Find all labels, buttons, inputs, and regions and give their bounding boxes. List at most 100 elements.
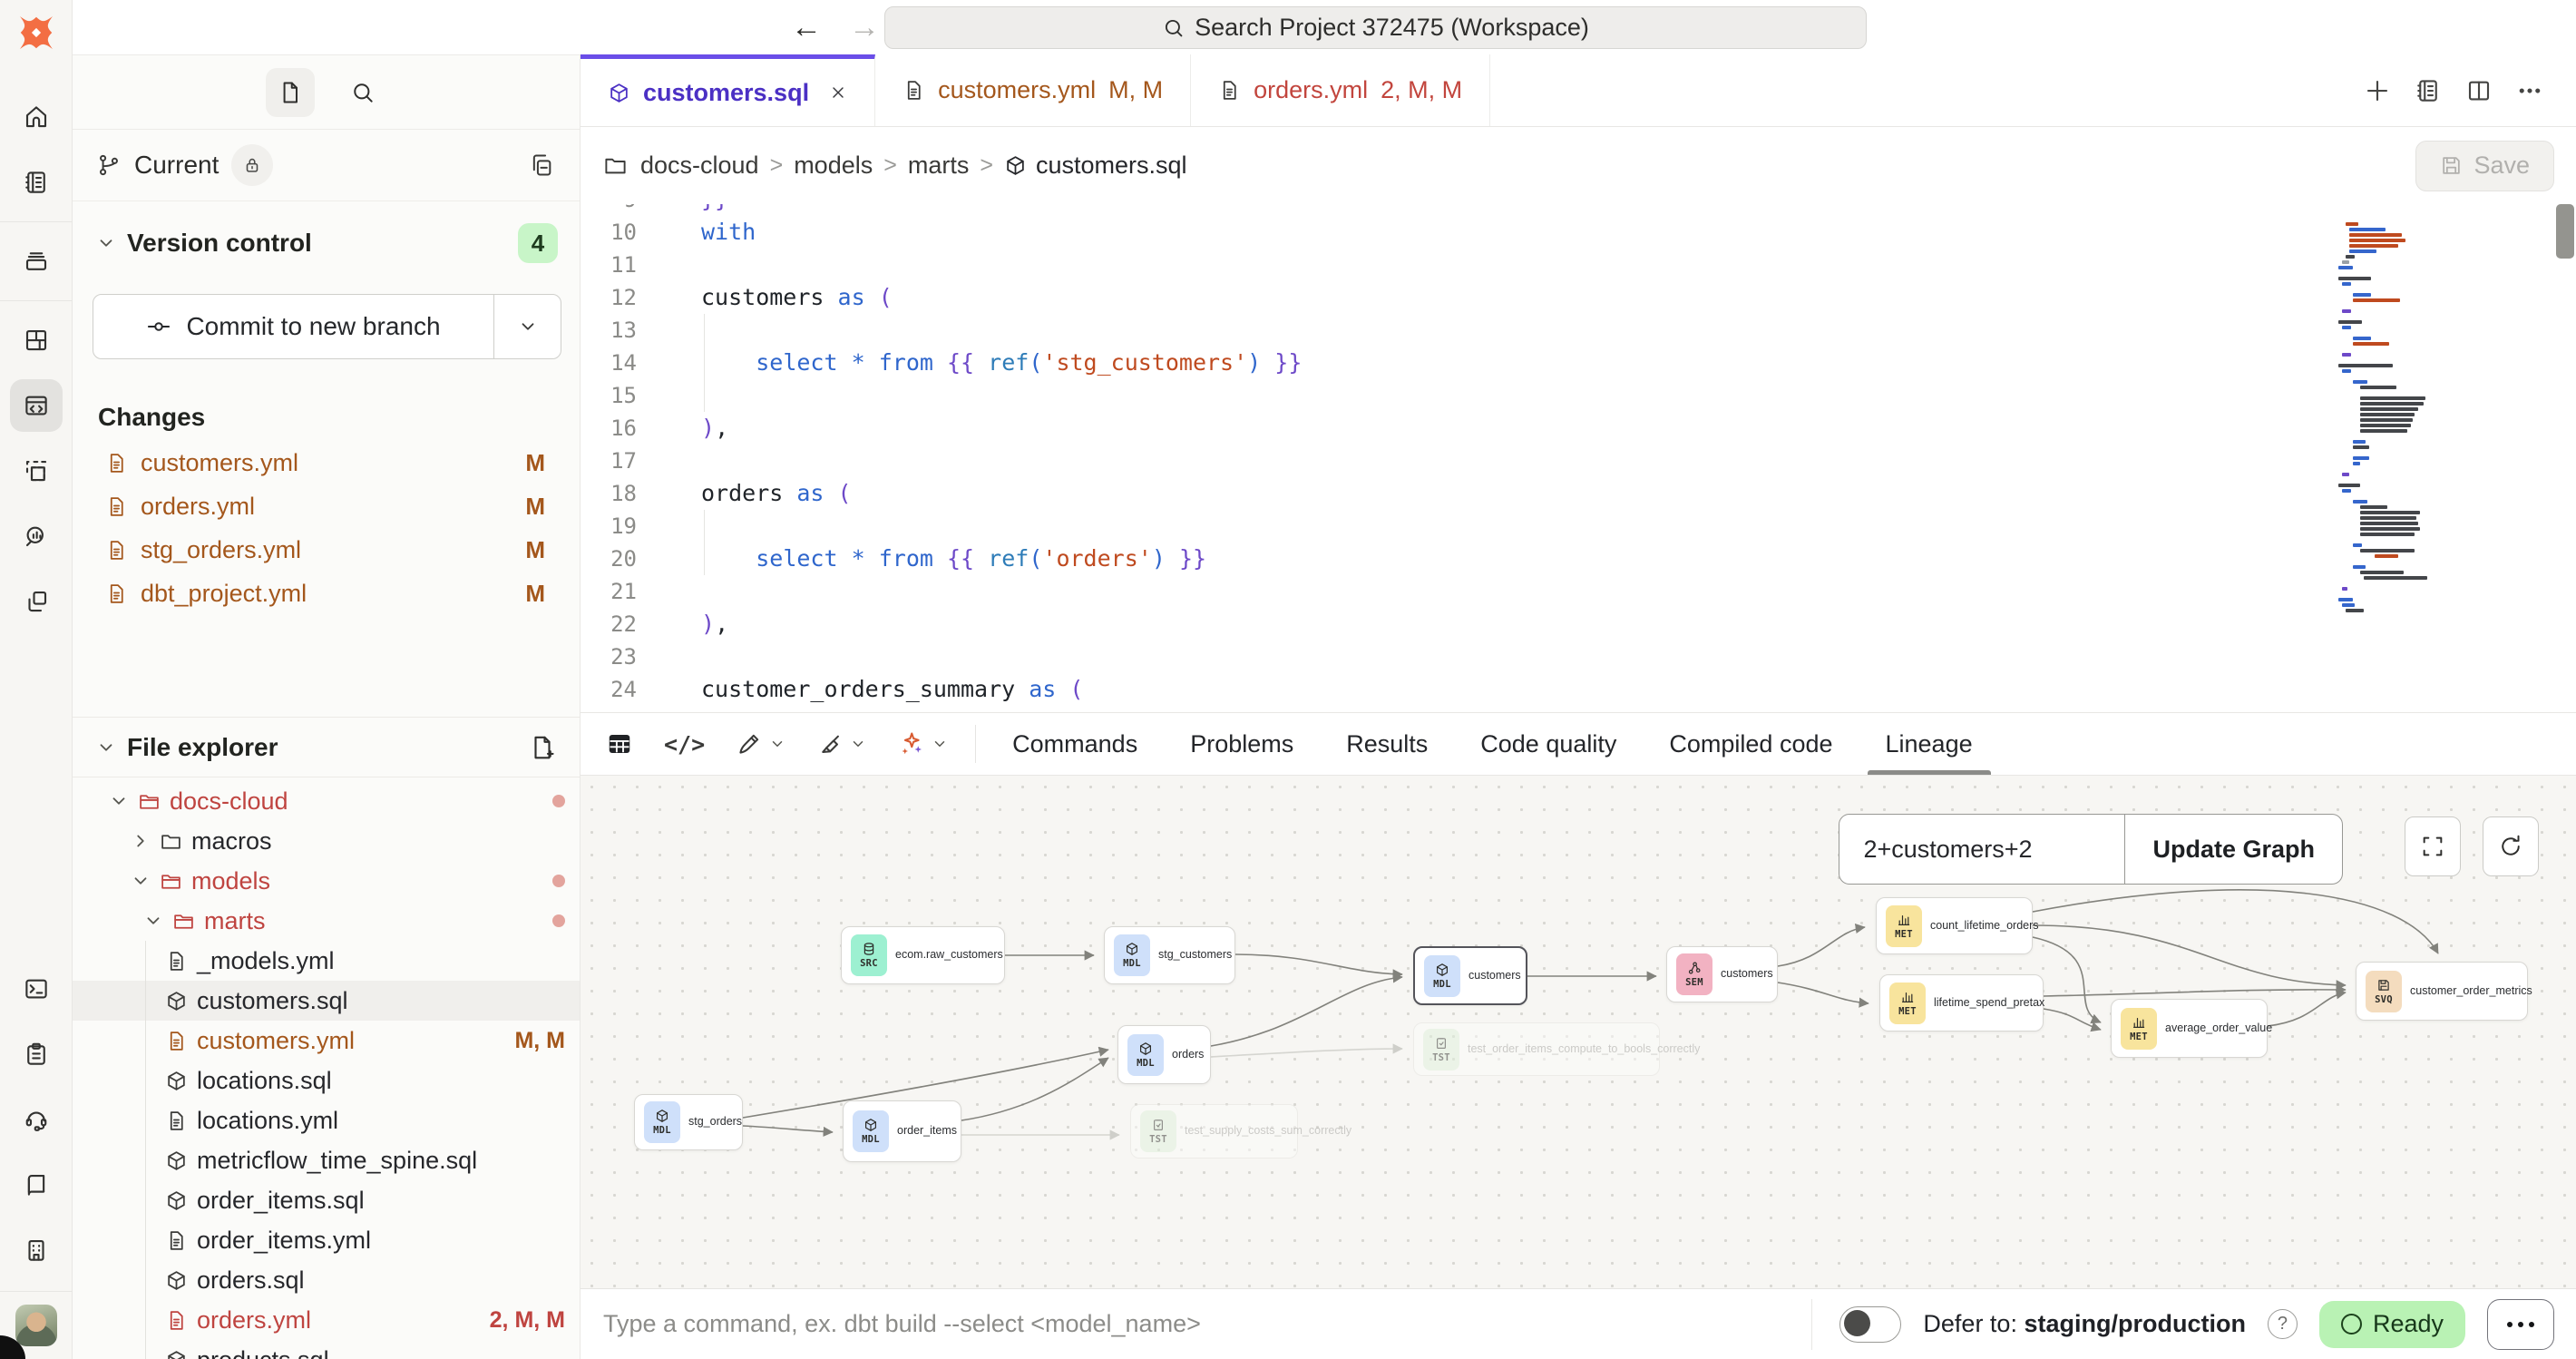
lineage-node-customers[interactable]: MDLcustomers xyxy=(1413,946,1527,1005)
panel-tab-lineage[interactable]: Lineage xyxy=(1886,713,1973,775)
changed-file-row[interactable]: customers.ymlM xyxy=(73,441,580,484)
code-editor[interactable]: 9}}10with1112customers as (1314 select *… xyxy=(581,204,2576,712)
panel-tab-code-quality[interactable]: Code quality xyxy=(1480,713,1616,775)
split-view-icon[interactable] xyxy=(2465,77,2493,104)
code-line[interactable]: 22), xyxy=(581,608,2576,640)
tree-item-docs-cloud[interactable]: docs-cloud xyxy=(73,781,580,821)
tree-item--models-yml[interactable]: _models.yml xyxy=(73,941,580,981)
code-line[interactable]: 17 xyxy=(581,445,2576,477)
preview-table-icon[interactable] xyxy=(606,730,633,758)
code-line[interactable]: 13 xyxy=(581,314,2576,347)
lineage-node-customers[interactable]: SEMcustomers xyxy=(1666,946,1778,1002)
lineage-node-orders[interactable]: MDLorders xyxy=(1117,1025,1211,1084)
code-line[interactable]: 20 select * from {{ ref('orders') }} xyxy=(581,543,2576,575)
breadcrumb-file[interactable]: customers.sql xyxy=(1004,152,1187,180)
code-line[interactable]: 15 xyxy=(581,379,2576,412)
panel-tab-problems[interactable]: Problems xyxy=(1190,713,1293,775)
editor-scrollbar[interactable] xyxy=(2556,204,2574,259)
tree-item-macros[interactable]: macros xyxy=(73,821,580,861)
defer-toggle[interactable] xyxy=(1839,1306,1901,1343)
code-line[interactable]: 14 select * from {{ ref('stg_customers')… xyxy=(581,347,2576,379)
extensions-icon[interactable] xyxy=(10,575,63,628)
files-panel-icon[interactable] xyxy=(266,68,315,117)
tree-item-locations-sql[interactable]: locations.sql xyxy=(73,1061,580,1100)
support-headset-icon[interactable] xyxy=(10,1093,63,1146)
tree-item-metricflow-time-spine-sql[interactable]: metricflow_time_spine.sql xyxy=(73,1140,580,1180)
tab-customers-sql[interactable]: customers.sql xyxy=(581,54,875,126)
command-input[interactable] xyxy=(603,1310,1811,1338)
lineage-node-customer-order-metrics[interactable]: SVQcustomer_order_metrics xyxy=(2356,962,2528,1021)
version-control-header[interactable]: Version control 4 xyxy=(73,223,580,263)
commit-button[interactable]: Commit to new branch xyxy=(93,294,561,359)
refresh-icon[interactable] xyxy=(2483,816,2539,876)
breadcrumb-part[interactable]: marts xyxy=(908,152,970,180)
code-icon[interactable]: </> xyxy=(664,731,705,758)
breadcrumb-part[interactable]: models xyxy=(794,152,873,180)
code-line[interactable]: 16), xyxy=(581,412,2576,445)
tree-item-locations-yml[interactable]: locations.yml xyxy=(73,1100,580,1140)
tree-item-customers-yml[interactable]: customers.ymlM, M xyxy=(73,1021,580,1061)
panel-tab-results[interactable]: Results xyxy=(1346,713,1428,775)
panel-tab-commands[interactable]: Commands xyxy=(1012,713,1137,775)
code-line[interactable]: 9}} xyxy=(581,204,2576,216)
lineage-canvas[interactable]: SRCecom.raw_customersMDLstg_customersMDL… xyxy=(581,776,2576,1288)
changed-file-row[interactable]: orders.ymlM xyxy=(73,484,580,528)
lineage-node-test-supply-costs-sum-correctly[interactable]: TSTtest_supply_costs_sum_correctly xyxy=(1130,1104,1298,1159)
catalog-drawer-icon[interactable] xyxy=(10,235,63,288)
notebook-icon[interactable] xyxy=(10,156,63,209)
commit-dropdown-caret[interactable] xyxy=(493,295,561,358)
search-panel-icon[interactable] xyxy=(338,68,387,117)
panel-tab-compiled-code[interactable]: Compiled code xyxy=(1669,713,1832,775)
code-line[interactable]: 24customer_orders_summary as ( xyxy=(581,673,2576,706)
tab-orders-yml[interactable]: orders.yml 2, M, M xyxy=(1191,54,1490,126)
dashboard-icon[interactable] xyxy=(10,314,63,367)
dbt-logo-icon[interactable] xyxy=(15,11,58,54)
tab-customers-yml[interactable]: customers.yml M, M xyxy=(875,54,1191,126)
docs-book-icon[interactable] xyxy=(10,1159,63,1211)
tree-item-models[interactable]: models xyxy=(73,861,580,901)
lineage-node-lifetime-spend-pretax[interactable]: METlifetime_spend_pretax xyxy=(1879,974,2044,1031)
close-icon[interactable] xyxy=(829,83,847,102)
clipboard-icon[interactable] xyxy=(10,1028,63,1080)
lineage-node-average-order-value[interactable]: METaverage_order_value xyxy=(2111,999,2268,1058)
insights-icon[interactable] xyxy=(10,510,63,562)
project-search-bar[interactable]: Search Project 372475 (Workspace) xyxy=(884,6,1867,49)
breadcrumb-part[interactable]: docs-cloud xyxy=(640,152,759,180)
tree-item-orders-yml[interactable]: orders.yml2, M, M xyxy=(73,1300,580,1340)
code-line[interactable]: 21 xyxy=(581,575,2576,608)
changed-file-row[interactable]: dbt_project.ymlM xyxy=(73,572,580,615)
ide-editor-icon[interactable] xyxy=(10,379,63,432)
code-line[interactable]: 23 xyxy=(581,640,2576,673)
forward-arrow-icon[interactable]: → xyxy=(849,12,880,43)
ready-status-badge[interactable]: Ready xyxy=(2319,1301,2465,1348)
lineage-node-test-order-items-compute-to-bools-correctly[interactable]: TSTtest_order_items_compute_to_bools_cor… xyxy=(1413,1022,1660,1076)
file-explorer-header[interactable]: File explorer xyxy=(73,718,580,777)
changed-file-row[interactable]: stg_orders.ymlM xyxy=(73,528,580,572)
lineage-node-count-lifetime-orders[interactable]: METcount_lifetime_orders xyxy=(1876,897,2033,954)
code-line[interactable]: 19 xyxy=(581,510,2576,543)
tree-item-customers-sql[interactable]: customers.sql xyxy=(73,981,580,1021)
tree-item-products-sql[interactable]: products.sql xyxy=(73,1340,580,1359)
more-options-button[interactable] xyxy=(2487,1299,2554,1350)
tree-item-order-items-sql[interactable]: order_items.sql xyxy=(73,1180,580,1220)
lineage-node-order-items[interactable]: MDLorder_items xyxy=(843,1100,961,1162)
tree-item-order-items-yml[interactable]: order_items.yml xyxy=(73,1220,580,1260)
format-icon[interactable] xyxy=(816,731,866,758)
help-icon[interactable]: ? xyxy=(2268,1309,2298,1339)
tree-item-orders-sql[interactable]: orders.sql xyxy=(73,1260,580,1300)
minimap[interactable] xyxy=(2338,222,2471,614)
terminal-icon[interactable] xyxy=(10,963,63,1015)
lineage-node-ecom-raw-customers[interactable]: SRCecom.raw_customers xyxy=(841,926,1005,984)
defer-environment[interactable]: staging/production xyxy=(2024,1310,2245,1337)
new-file-icon[interactable] xyxy=(529,734,556,761)
new-tab-plus-icon[interactable] xyxy=(2364,77,2391,104)
code-line[interactable]: 10with xyxy=(581,216,2576,249)
branch-row[interactable]: Current xyxy=(73,130,580,201)
code-line[interactable]: 12customers as ( xyxy=(581,281,2576,314)
tree-item-marts[interactable]: marts xyxy=(73,901,580,941)
overflow-menu-icon[interactable] xyxy=(2516,77,2543,104)
lineage-node-stg-orders[interactable]: MDLstg_orders xyxy=(634,1094,743,1150)
ai-sparkle-icon[interactable] xyxy=(897,730,948,758)
update-graph-button[interactable]: Update Graph xyxy=(2125,815,2342,884)
fullscreen-icon[interactable] xyxy=(2405,816,2461,876)
